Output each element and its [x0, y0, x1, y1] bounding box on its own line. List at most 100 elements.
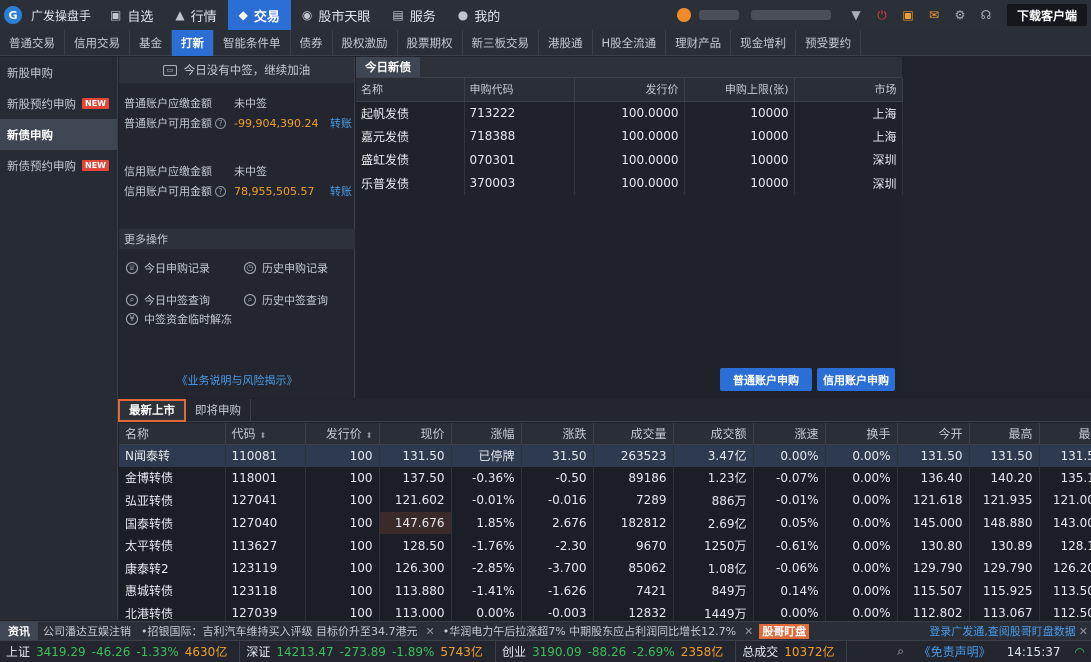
close-icon[interactable]: ✕ — [422, 625, 437, 638]
op-today-apply-records[interactable]: ♕ 今日申购记录 — [126, 260, 210, 276]
app-window: G 广发操盘手 ▣ 自选 ▲ 行情 ◆ 交易 ◉ 股市天眼 ▤ 服务 ● 我的 ▼ ⏻ ▣ ✉ ⚙ ☊… — [0, 0, 1091, 662]
chevron-down-icon[interactable]: ▼ — [846, 8, 866, 22]
table-row[interactable]: 乐普发债 370003 100.0000 10000 深圳 — [356, 171, 903, 195]
sub-tab-11[interactable]: 理财产品 — [666, 30, 732, 56]
table-cell: 849万 — [673, 579, 754, 603]
sidebar-item-1[interactable]: 新股预约申购 NEW — [0, 88, 117, 119]
sidebar-item-2[interactable]: 新债申购 — [0, 119, 117, 150]
table-row[interactable]: 国泰转债 127040 100 147.676 1.85% 2.676 182812 2.69… — [119, 511, 1091, 535]
table-row[interactable]: 嘉元发债 718388 100.0000 10000 上海 — [356, 124, 903, 148]
lock-icon[interactable]: ▣ — [898, 8, 918, 22]
nav-item-3[interactable]: ◉ 股市天眼 — [291, 0, 382, 30]
mail-icon[interactable]: ✉ — [924, 8, 944, 22]
sub-tab-0[interactable]: 普通交易 — [0, 30, 65, 56]
power-icon[interactable]: ⏻ — [872, 8, 892, 23]
login-gfatong-link[interactable]: 登录广发通,查阅股哥盯盘数据 — [909, 623, 1076, 639]
column-header[interactable]: 成交额 — [673, 423, 754, 445]
sub-tab-2[interactable]: 基金 — [130, 30, 172, 56]
nav-item-4[interactable]: ▤ 服务 — [381, 0, 446, 30]
sub-tab-9[interactable]: 港股通 — [539, 30, 593, 56]
sidebar-item-3[interactable]: 新债预约申购 NEW — [0, 150, 117, 181]
headset-icon[interactable]: ☊ — [976, 8, 996, 22]
table-row[interactable]: 金博转债 118001 100 137.50 -0.36% -0.50 89186 1.23亿… — [119, 466, 1091, 490]
sub-tab-7[interactable]: 股票期权 — [398, 30, 463, 56]
transfer-link-normal[interactable]: 转账 — [330, 115, 352, 131]
op-history-apply-records[interactable]: ◷ 历史申购记录 — [244, 260, 328, 276]
sub-tab-13[interactable]: 预受要约 — [796, 30, 862, 56]
table-row[interactable]: 惠城转债 123118 100 113.880 -1.41% -1.626 7421 849万… — [119, 579, 1091, 603]
op-today-win-query[interactable]: ⌕ 今日中签查询 — [126, 292, 210, 308]
table-row[interactable]: 盛虹发债 070301 100.0000 10000 深圳 — [356, 148, 903, 172]
table-cell: 100.0000 — [574, 101, 685, 125]
risk-disclosure-link[interactable]: 《业务说明与风险揭示》 — [119, 372, 355, 388]
op-label: 今日申购记录 — [144, 262, 210, 275]
table-row[interactable]: 太平转债 113627 100 128.50 -1.76% -2.30 9670 1250万 -… — [119, 534, 1091, 557]
sub-tab-5[interactable]: 债券 — [291, 30, 333, 56]
help-icon[interactable]: ? — [215, 185, 226, 197]
nav-item-5[interactable]: ● 我的 — [447, 0, 512, 30]
nav-item-2[interactable]: ◆ 交易 — [227, 0, 291, 30]
sub-tab-4[interactable]: 智能条件单 — [214, 30, 291, 56]
nav-item-0[interactable]: ▣ 自选 — [99, 0, 164, 30]
index-shanghai[interactable]: 上证 3419.29 -46.26 -1.33% 4630亿 — [0, 641, 241, 662]
column-header[interactable]: 市场 — [794, 78, 903, 102]
index-shenzhen[interactable]: 深证 14213.47 -273.89 -1.89% 5743亿 — [240, 641, 496, 662]
table-row[interactable]: 弘亚转债 127041 100 121.602 -0.01% -0.016 7289 886万… — [119, 489, 1091, 512]
table-row[interactable]: 起帆发债 713222 100.0000 10000 上海 — [356, 101, 903, 125]
column-header[interactable]: 最高 — [969, 423, 1040, 445]
table-row[interactable]: N闻泰转 110081 100 131.50 已停牌 31.50 263523 3.47亿 0.… — [119, 444, 1091, 467]
column-header[interactable]: 涨速 — [753, 423, 826, 445]
column-header[interactable]: 现价 — [379, 423, 452, 445]
help-icon[interactable]: ? — [215, 117, 226, 129]
tab-newly-listed[interactable]: 最新上市 — [118, 398, 186, 422]
download-client-button[interactable]: 下载客户端 — [1006, 4, 1087, 26]
table-cell: 148.880 — [969, 511, 1040, 535]
normal-account-apply-button[interactable]: 普通账户申购 — [720, 368, 812, 391]
close-icon[interactable]: ✕ — [741, 625, 756, 638]
gugedingpan-badge[interactable]: 股哥盯盘 — [759, 623, 810, 639]
table-cell: 130.89 — [969, 534, 1040, 557]
table-cell: 0.00% — [451, 602, 522, 621]
close-icon[interactable]: ✕ — [1076, 625, 1091, 638]
op-temp-unfreeze[interactable]: ¥ 中签资金临时解冻 — [126, 311, 232, 327]
column-header[interactable]: 换手 — [825, 423, 898, 445]
sub-tab-1[interactable]: 信用交易 — [65, 30, 130, 56]
transfer-link-credit[interactable]: 转账 — [330, 183, 352, 199]
column-header[interactable]: 发行价 — [574, 78, 685, 102]
table-row[interactable]: 康泰转2 123119 100 126.300 -2.85% -3.700 85062 1.0… — [119, 556, 1091, 580]
table-row[interactable]: 北港转债 127039 100 113.000 0.00% -0.003 12832 1449… — [119, 602, 1091, 621]
index-chinext[interactable]: 创业 3190.09 -88.26 -2.69% 2358亿 — [496, 641, 737, 662]
column-header[interactable]: 申购代码 — [464, 78, 575, 102]
sub-tab-12[interactable]: 现金增利 — [731, 30, 797, 56]
column-header[interactable]: 成交量 — [593, 423, 674, 445]
column-header[interactable]: 涨幅 — [451, 423, 522, 445]
column-header[interactable]: 代码 ⬍ — [225, 423, 306, 445]
news-item[interactable]: •华润电力午后拉涨超7% 中期股东应占利润同比增长12.7% — [438, 623, 741, 639]
column-header[interactable]: 今开 — [897, 423, 970, 445]
column-header[interactable]: 申购上限(张) — [684, 78, 795, 102]
column-header[interactable]: 名称 — [356, 78, 465, 102]
nav-item-1[interactable]: ▲ 行情 — [164, 0, 227, 30]
op-history-win-query[interactable]: ⌕ 历史中签查询 — [244, 292, 328, 308]
tab-upcoming-apply[interactable]: 即将申购 — [186, 398, 251, 422]
column-header[interactable]: 涨跌 — [521, 423, 594, 445]
sidebar-item-0[interactable]: 新股申购 — [0, 57, 117, 88]
sub-tab-10[interactable]: H股全流通 — [593, 30, 667, 56]
avatar[interactable] — [676, 8, 691, 22]
column-header-label: 最低 — [1078, 426, 1091, 441]
credit-account-apply-button[interactable]: 信用账户申购 — [817, 368, 895, 391]
news-item[interactable]: •招银国际：吉利汽车维持买入评级 目标价升至34.7港元 — [136, 623, 422, 639]
news-item[interactable]: 公司潘达互娱注销 — [38, 623, 136, 639]
tab-today-bonds[interactable]: 今日新债 — [356, 57, 420, 77]
sub-tab-6[interactable]: 股权激励 — [333, 30, 398, 56]
sub-tab-3[interactable]: 打新 — [172, 30, 214, 56]
gear-icon[interactable]: ⚙ — [950, 8, 970, 22]
column-header[interactable]: 最低 — [1039, 423, 1091, 445]
sub-tab-8[interactable]: 新三板交易 — [463, 30, 539, 56]
table-cell: 131.50 — [379, 444, 452, 467]
column-header[interactable]: 名称 — [119, 423, 226, 445]
column-header[interactable]: 发行价 ⬍ — [305, 423, 380, 445]
disclaimer-link[interactable]: 《免责声明》 — [911, 643, 999, 660]
search-icon[interactable]: ⌕ — [891, 644, 911, 659]
table-cell: 145.000 — [897, 511, 970, 535]
